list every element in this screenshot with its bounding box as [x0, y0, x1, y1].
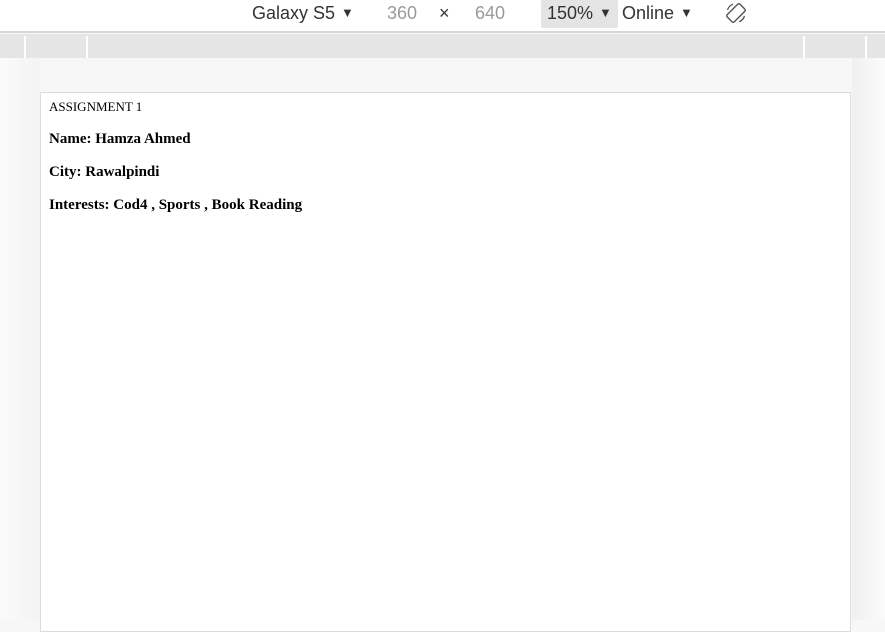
network-select[interactable]: Online ▼	[622, 0, 693, 28]
ruler-divider	[865, 36, 867, 58]
ruler-divider	[24, 36, 26, 58]
width-input[interactable]: 360	[387, 0, 417, 28]
media-query-bar[interactable]	[0, 34, 885, 58]
network-label: Online	[622, 3, 675, 23]
emulated-viewport: ASSIGNMENT 1 Name: Hamza Ahmed City: Raw…	[40, 92, 851, 632]
network-dropdown-icon: ▼	[680, 5, 693, 20]
viewport-margin-left	[0, 58, 40, 620]
viewport-margin-right	[852, 58, 885, 620]
zoom-select[interactable]: 150% ▼	[541, 0, 618, 28]
interests-line: Interests: Cod4 , Sports , Book Reading	[49, 197, 303, 213]
rotate-icon	[726, 3, 746, 23]
height-input[interactable]: 640	[475, 0, 505, 28]
page-heading: ASSIGNMENT 1	[49, 99, 143, 114]
city-line: City: Rawalpindi	[49, 164, 160, 180]
device-dropdown-icon: ▼	[341, 5, 354, 20]
device-toolbar: Galaxy S5 ▼ 360 × 640 150% ▼ Online ▼	[0, 0, 885, 33]
name-line: Name: Hamza Ahmed	[49, 131, 191, 147]
device-label: Galaxy S5	[252, 3, 336, 23]
dimension-separator: ×	[439, 3, 450, 23]
ruler-divider	[803, 36, 805, 58]
device-select[interactable]: Galaxy S5 ▼	[252, 0, 354, 28]
zoom-label: 150%	[547, 3, 594, 23]
ruler-divider	[86, 36, 88, 58]
rotate-button[interactable]	[724, 1, 748, 29]
zoom-dropdown-icon: ▼	[599, 5, 612, 20]
